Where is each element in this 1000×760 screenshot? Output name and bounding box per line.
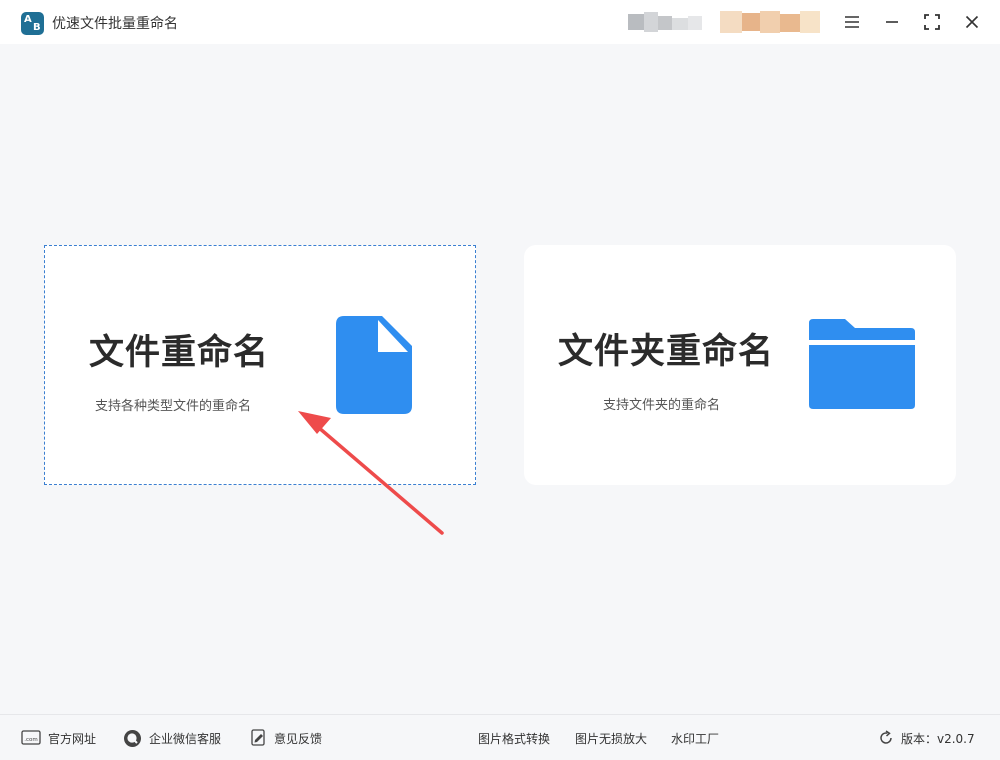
fullscreen-icon (924, 14, 940, 30)
image-lossless-enlarge-link[interactable]: 图片无损放大 (575, 729, 647, 747)
blurred-user-name (720, 11, 820, 33)
wechat-support-link[interactable]: 企业微信客服 (123, 729, 221, 747)
minimize-button[interactable] (880, 10, 904, 34)
watermark-factory-link[interactable]: 水印工厂 (671, 729, 719, 747)
website-link[interactable]: .com 官方网址 (21, 729, 96, 747)
menu-button[interactable] (840, 10, 864, 34)
hamburger-menu-icon (845, 16, 859, 28)
minimize-icon (886, 21, 898, 23)
file-rename-card[interactable]: 文件重命名 支持各种类型文件的重命名 (44, 245, 476, 485)
window-title: 优速文件批量重命名 (52, 16, 178, 32)
close-button[interactable] (960, 10, 984, 34)
folder-rename-description: 支持文件夹的重命名 (603, 398, 721, 413)
feedback-link[interactable]: 意见反馈 (251, 729, 322, 747)
footer-bar: .com 官方网址 企业微信客服 意见反馈 图片格式转换 图片无损放大 水印工厂… (0, 714, 1000, 760)
folder-icon (809, 319, 915, 409)
folder-rename-card[interactable]: 文件夹重命名 支持文件夹的重命名 (524, 245, 956, 485)
app-logo-icon: A B (21, 12, 44, 35)
blurred-user-avatar (628, 12, 702, 32)
website-icon: .com (21, 730, 41, 745)
version-check-button[interactable]: 版本：v2.0.7 (878, 729, 975, 747)
maximize-button[interactable] (920, 10, 944, 34)
file-rename-title: 文件重命名 (89, 333, 270, 373)
feedback-icon (251, 729, 265, 746)
chat-icon (124, 729, 141, 747)
close-icon (965, 15, 979, 29)
refresh-icon (880, 730, 892, 744)
folder-rename-title: 文件夹重命名 (558, 332, 775, 372)
file-rename-description: 支持各种类型文件的重命名 (95, 399, 252, 414)
file-icon (336, 316, 412, 414)
svg-text:.com: .com (24, 737, 38, 743)
image-format-convert-link[interactable]: 图片格式转换 (478, 729, 550, 747)
title-bar: A B 优速文件批量重命名 (0, 0, 1000, 44)
